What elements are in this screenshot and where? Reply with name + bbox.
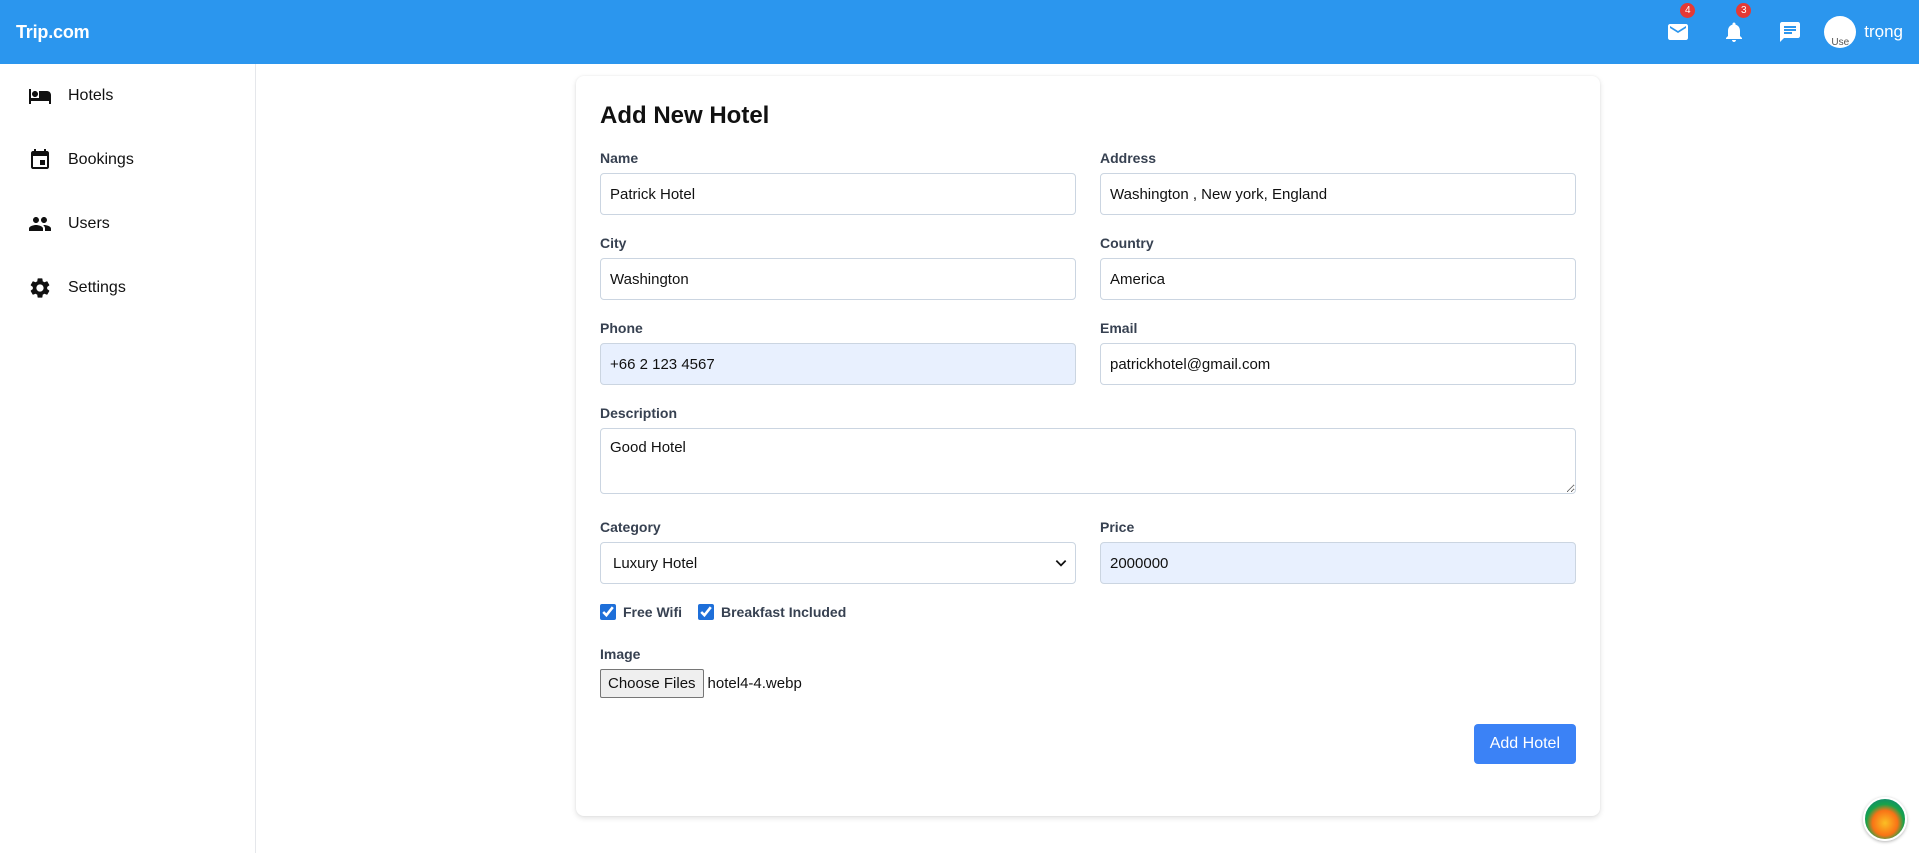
sidebar-item-label: Settings — [68, 279, 126, 296]
selected-file-name: hotel4-4.webp — [707, 675, 802, 692]
description-textarea[interactable]: Good Hotel — [600, 428, 1576, 494]
phone-label: Phone — [600, 320, 643, 336]
city-field: City — [600, 235, 1076, 300]
user-menu[interactable]: Use trọng — [1824, 16, 1903, 48]
breakfast-label: Breakfast Included — [721, 604, 847, 620]
category-label: Category — [600, 519, 661, 535]
mail-button[interactable]: 4 — [1650, 0, 1706, 64]
form-row: Category Luxury Hotel Price — [600, 519, 1576, 584]
email-label: Email — [1100, 320, 1138, 336]
breakfast-option[interactable]: Breakfast Included — [698, 604, 846, 620]
brand-logo[interactable]: Trip.com — [16, 22, 90, 43]
avatar-alt-text: Use — [1831, 37, 1850, 48]
top-navbar: Trip.com 4 3 Use trọng — [0, 0, 1919, 64]
calendar-icon — [31, 149, 49, 169]
country-field: Country — [1100, 235, 1576, 300]
mail-count-badge: 4 — [1680, 3, 1696, 18]
form-row: City Country — [600, 235, 1576, 300]
free-wifi-label: Free Wifi — [623, 604, 682, 620]
sidebar-item-label: Hotels — [68, 87, 114, 104]
image-label: Image — [600, 646, 641, 662]
add-hotel-card: Add New Hotel Name Address City Country … — [576, 76, 1600, 816]
email-field: Email — [1100, 320, 1576, 385]
floating-assistant-icon[interactable] — [1863, 797, 1907, 841]
form-row: Name Address — [600, 150, 1576, 215]
price-field: Price — [1100, 519, 1576, 584]
address-field: Address — [1100, 150, 1576, 215]
address-input[interactable] — [1100, 173, 1576, 215]
choose-files-button[interactable]: Choose Files — [600, 669, 704, 698]
name-label: Name — [600, 150, 639, 166]
name-input[interactable] — [600, 173, 1076, 215]
description-field: Description Good Hotel — [600, 405, 1576, 499]
gear-icon — [30, 278, 50, 298]
address-label: Address — [1100, 150, 1157, 166]
price-label: Price — [1100, 519, 1135, 535]
phone-field: Phone — [600, 320, 1076, 385]
file-picker: Choose Files hotel4-4.webp — [600, 669, 1576, 698]
name-field: Name — [600, 150, 1076, 215]
free-wifi-checkbox[interactable] — [600, 604, 616, 620]
messages-button[interactable] — [1762, 0, 1818, 64]
sidebar: Hotels Bookings Users Settings — [0, 64, 256, 853]
sidebar-item-users[interactable]: Users — [0, 192, 255, 256]
sidebar-item-label: Bookings — [68, 151, 134, 168]
sidebar-item-label: Users — [68, 215, 110, 232]
chat-icon — [1780, 22, 1801, 42]
category-field: Category Luxury Hotel — [600, 519, 1076, 584]
description-label: Description — [600, 405, 678, 421]
category-select[interactable]: Luxury Hotel — [600, 542, 1076, 584]
sidebar-item-hotels[interactable]: Hotels — [0, 64, 255, 128]
price-input[interactable] — [1100, 542, 1576, 584]
form-row: Description Good Hotel — [600, 405, 1576, 499]
bed-icon — [29, 89, 51, 104]
city-input[interactable] — [600, 258, 1076, 300]
avatar[interactable]: Use — [1824, 16, 1857, 48]
free-wifi-option[interactable]: Free Wifi — [600, 604, 682, 620]
country-input[interactable] — [1100, 258, 1576, 300]
add-hotel-button[interactable]: Add Hotel — [1473, 724, 1576, 764]
notification-count-badge: 3 — [1736, 3, 1752, 18]
username[interactable]: trọng — [1864, 22, 1903, 42]
form-actions: Add Hotel — [600, 724, 1576, 764]
bell-icon — [1726, 22, 1743, 42]
mail-icon — [1668, 24, 1689, 40]
amenities-checkboxes: Free Wifi Breakfast Included — [600, 604, 1576, 620]
category-select-wrap: Luxury Hotel — [600, 542, 1076, 584]
breakfast-checkbox[interactable] — [698, 604, 714, 620]
sidebar-item-settings[interactable]: Settings — [0, 256, 255, 320]
notifications-button[interactable]: 3 — [1706, 0, 1762, 64]
email-input[interactable] — [1100, 343, 1576, 385]
topbar-actions: 4 3 Use trọng — [1650, 0, 1903, 64]
users-icon — [29, 217, 51, 231]
form-row: Phone Email — [600, 320, 1576, 385]
city-label: City — [600, 235, 627, 251]
page-title: Add New Hotel — [600, 102, 770, 129]
phone-input[interactable] — [600, 343, 1076, 385]
image-field: Image Choose Files hotel4-4.webp — [600, 646, 1576, 698]
sidebar-item-bookings[interactable]: Bookings — [0, 128, 255, 192]
country-label: Country — [1100, 235, 1154, 251]
